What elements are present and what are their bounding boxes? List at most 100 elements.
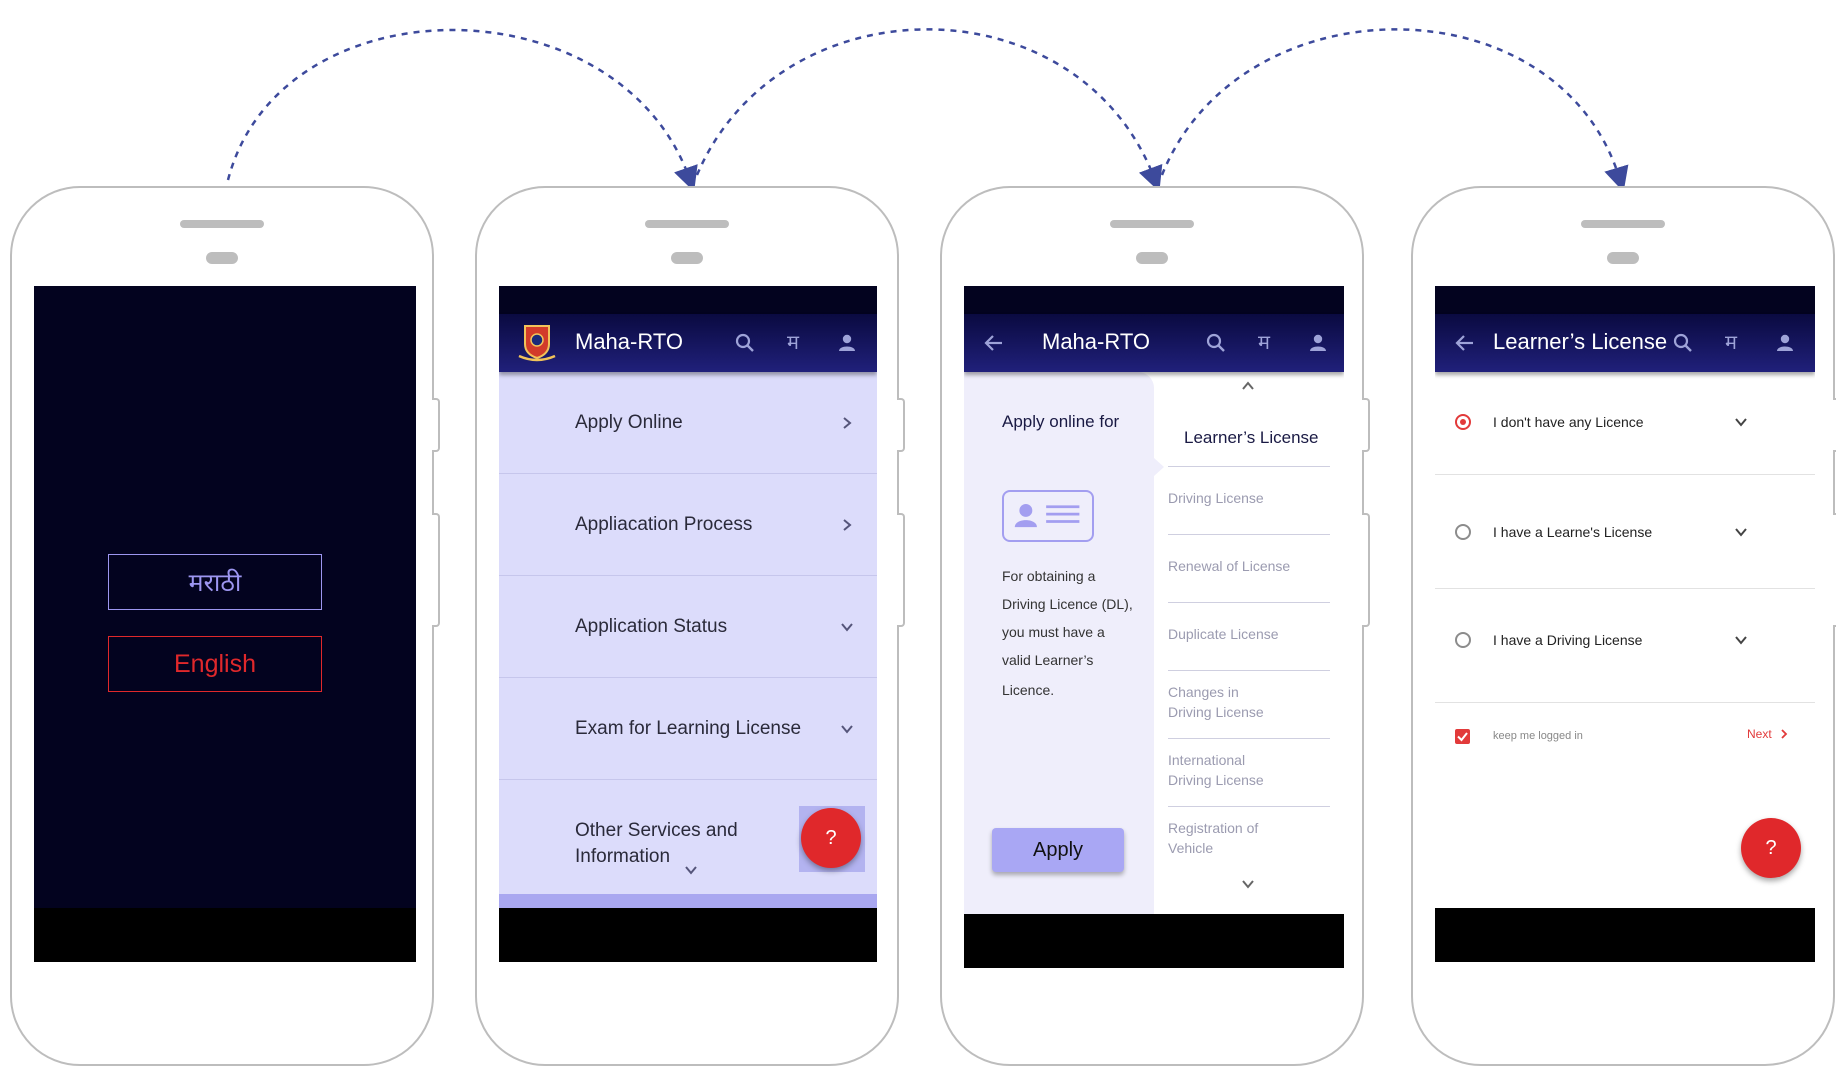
phone-speaker [180,220,264,228]
apply-description-line: For obtaining a [1002,568,1096,584]
phone-frame-home-menu: Maha-RTO म Apply Online Appliacation Pro… [475,186,905,1066]
license-type-label: Vehicle [1168,840,1214,856]
keep-logged-in-checkbox[interactable] [1455,729,1470,744]
license-type-label: International [1168,752,1246,768]
phone-frame-language: मराठी English [10,186,440,1066]
phone-side-button [897,398,905,452]
license-type-label: Driving License [1168,490,1264,506]
chevron-down-icon [683,862,699,878]
menu-item-exam-learning-license[interactable]: Exam for Learning License [499,678,877,780]
search-icon[interactable] [733,331,757,355]
divider [1168,466,1330,467]
phone-side-button [1362,398,1370,452]
chevron-down-icon[interactable] [1733,632,1749,648]
chevron-right-icon [1778,728,1790,740]
app-bar: Learner’s License म [1435,314,1815,372]
search-icon[interactable] [1204,331,1228,355]
chevron-down-icon[interactable] [1240,876,1256,892]
english-language-button[interactable]: English [108,636,322,692]
user-profile-icon[interactable] [1306,331,1330,355]
next-link[interactable]: Next [1747,727,1790,741]
marathi-language-button[interactable]: मराठी [108,554,322,610]
chevron-right-icon [839,517,855,533]
marathi-toggle-icon[interactable]: म [1258,328,1270,355]
apply-description-line: you must have a [1002,624,1105,640]
divider [1168,670,1330,671]
license-type-label: Renewal of License [1168,558,1291,574]
license-type-item[interactable]: Renewal of License [1168,556,1328,576]
radio-button[interactable] [1455,632,1471,648]
menu-item-application-status[interactable]: Application Status [499,576,877,678]
app-bar: Maha-RTO म [499,314,877,372]
radio-button-selected[interactable] [1455,414,1471,430]
radio-button[interactable] [1455,524,1471,540]
search-icon[interactable] [1671,331,1695,355]
chevron-down-icon[interactable] [1733,524,1749,540]
app-bar: Maha-RTO म [964,314,1344,372]
learners-license-screen: Learner’s License म I don't have any Lic… [1435,286,1815,962]
phone-side-button [432,398,440,452]
marathi-toggle-icon[interactable]: म [787,328,799,355]
license-type-item[interactable]: International Driving License [1168,750,1328,790]
menu-item-other-services[interactable]: Other Services and Information ? [499,780,877,890]
license-type-item[interactable]: Changes in Driving License [1168,682,1328,722]
license-option-row[interactable]: I don't have any Licence [1435,372,1815,475]
menu-item-label: Application Status [575,616,728,637]
phone-speaker [645,220,729,228]
menu-item-apply-online[interactable]: Apply Online [499,372,877,474]
divider [1168,806,1330,807]
phone-speaker [1581,220,1665,228]
apply-description-line: Driving Licence (DL), [1002,596,1133,612]
status-bar [964,286,1344,314]
app-title: Maha-RTO [1042,329,1151,354]
license-option-label: I have a Driving License [1493,632,1643,648]
back-arrow-icon[interactable] [1453,331,1477,355]
license-card-icon [1002,490,1094,542]
menu-item-application-process[interactable]: Appliacation Process [499,474,877,576]
phone-side-button [432,513,440,627]
language-screen: मराठी English [34,286,416,962]
marathi-toggle-icon[interactable]: म [1725,328,1737,355]
flow-arrow-2 [695,28,1163,192]
license-option-row[interactable]: I have a Driving License [1435,588,1815,703]
back-arrow-icon[interactable] [982,331,1006,355]
chevron-down-icon[interactable] [1733,414,1749,430]
license-type-item[interactable]: Driving License [1168,488,1328,508]
menu-item-label: Appliacation Process [575,514,753,535]
chevron-down-icon [839,721,855,737]
divider [1168,602,1330,603]
phone-camera [671,252,703,264]
license-type-label: Duplicate License [1168,626,1279,642]
user-profile-icon[interactable] [835,331,859,355]
license-type-label: Registration of [1168,820,1259,836]
menu-item-label-line2: Information [575,846,671,867]
phone-side-button [897,513,905,627]
selection-pointer [1154,458,1164,476]
phone-frame-learners-license: Learner’s License म I don't have any Lic… [1411,186,1836,1066]
app-title: Learner’s License [1493,329,1668,354]
license-type-item[interactable]: Registration of Vehicle [1168,818,1328,858]
rto-emblem-logo [517,322,557,362]
user-profile-icon[interactable] [1773,331,1797,355]
system-nav-bar [1435,908,1815,962]
apply-button[interactable]: Apply [992,828,1124,872]
help-button[interactable]: ? [1741,818,1801,878]
phone-camera [1136,252,1168,264]
system-nav-bar [499,908,877,962]
chevron-right-icon [839,415,855,431]
chevron-up-icon[interactable] [1240,378,1256,394]
status-bar [499,286,877,314]
keep-logged-in-label: keep me logged in [1493,730,1583,742]
phone-camera [206,252,238,264]
license-option-label: I don't have any Licence [1493,414,1644,430]
menu-item-label-line1: Other Services and [575,820,738,841]
menu-bottom-strip [499,894,877,908]
license-option-row[interactable]: I have a Learne's License [1435,474,1815,589]
phone-frame-apply-online: Maha-RTO म Apply online for For obtainin… [940,186,1370,1066]
system-nav-bar [34,908,416,962]
license-type-item[interactable]: Duplicate License [1168,624,1328,644]
license-type-label: Changes in [1168,684,1239,700]
license-type-selected[interactable]: Learner’s License [1184,428,1319,448]
system-nav-bar [964,914,1344,968]
help-button[interactable]: ? [801,808,861,868]
